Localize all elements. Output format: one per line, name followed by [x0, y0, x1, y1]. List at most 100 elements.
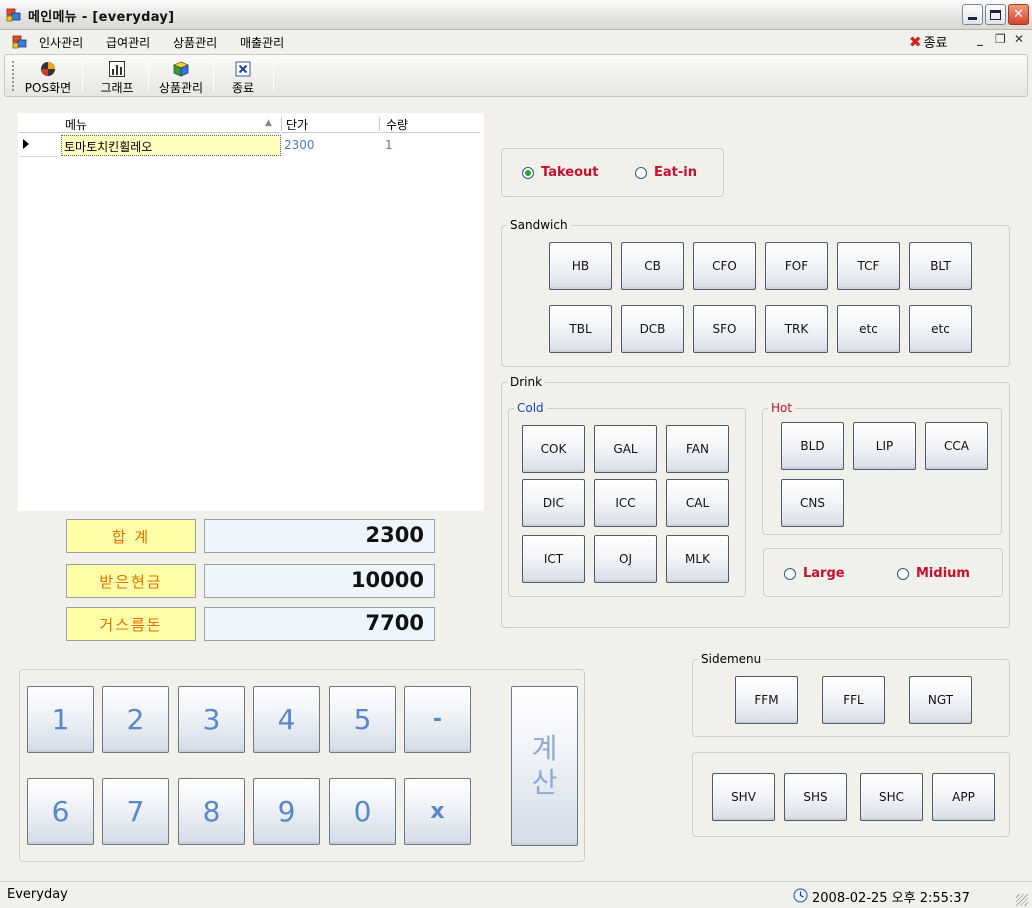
- extra-shv-button[interactable]: SHV: [712, 773, 775, 821]
- size-medium-label[interactable]: Midium: [916, 566, 970, 581]
- side-ffl-button[interactable]: FFL: [822, 676, 885, 724]
- keypad-0-button[interactable]: 0: [329, 778, 396, 845]
- drink-bld-button[interactable]: BLD: [781, 422, 844, 470]
- drink-fan-button[interactable]: FAN: [666, 425, 729, 473]
- menu-sales[interactable]: 매출관리: [240, 34, 284, 51]
- keypad-clear-button[interactable]: x: [404, 778, 471, 845]
- toolbar-separator: [273, 60, 274, 92]
- extra-shc-button[interactable]: SHC: [860, 773, 923, 821]
- sidemenu-group-title: Sidemenu: [698, 652, 765, 666]
- close-icon: [235, 61, 251, 77]
- eatin-label[interactable]: Eat-in: [654, 165, 697, 180]
- size-large-radio[interactable]: [784, 568, 796, 580]
- takeout-radio[interactable]: [522, 167, 534, 179]
- menu-products[interactable]: 상품관리: [173, 34, 217, 51]
- resize-grip[interactable]: [1016, 894, 1028, 906]
- keypad-8-button[interactable]: 8: [178, 778, 245, 845]
- toolbar-pos-button[interactable]: POS화면: [19, 58, 77, 95]
- toolbar-separator: [82, 60, 83, 92]
- column-header-price[interactable]: 단가: [282, 114, 379, 133]
- sandwich-trk-button[interactable]: TRK: [765, 305, 828, 353]
- change-value: 7700: [204, 607, 435, 641]
- keypad-5-button[interactable]: 5: [329, 686, 396, 753]
- column-header-qty[interactable]: 수량: [380, 114, 480, 133]
- sort-ascending-icon: ▲: [265, 118, 272, 128]
- sum-value: 2300: [204, 519, 435, 553]
- received-value[interactable]: 10000: [204, 564, 435, 598]
- calculate-button[interactable]: 계 산: [511, 686, 578, 846]
- takeout-label[interactable]: Takeout: [541, 165, 598, 180]
- sandwich-sfo-button[interactable]: SFO: [693, 305, 756, 353]
- size-medium-radio[interactable]: [897, 568, 909, 580]
- keypad-1-button[interactable]: 1: [27, 686, 94, 753]
- sandwich-etc-button-2[interactable]: etc: [909, 305, 972, 353]
- order-grid[interactable]: 메뉴 ▲ 단가 수량 토마토치킨휠레오 2300 1: [18, 113, 484, 511]
- sandwich-fof-button[interactable]: FOF: [765, 242, 828, 290]
- mdi-minimize-button[interactable]: _: [977, 32, 983, 46]
- side-ffm-button[interactable]: FFM: [735, 676, 798, 724]
- grid-cell-menu[interactable]: 토마토치킨휠레오: [61, 135, 281, 156]
- menu-bar: 인사관리 급여관리 상품관리 매출관리 ✖ 종료 _ ❐ ✕: [0, 31, 1032, 53]
- current-row-indicator-icon: [23, 139, 29, 149]
- toolbar-products-button[interactable]: 상품관리: [153, 58, 209, 95]
- status-datetime: 2008-02-25 오후 2:55:37: [812, 891, 970, 906]
- drink-oj-button[interactable]: OJ: [594, 535, 657, 583]
- change-label: 거스름돈: [66, 607, 196, 641]
- radio-selected-dot: [525, 170, 531, 176]
- maximize-icon: [990, 9, 1001, 20]
- side-ngt-button[interactable]: NGT: [909, 676, 972, 724]
- drink-cal-button[interactable]: CAL: [666, 479, 729, 527]
- toolbar-exit-button[interactable]: 종료: [219, 58, 267, 95]
- received-label: 받은현금: [66, 564, 196, 598]
- window-title: 메인메뉴 - [everyday]: [28, 10, 175, 25]
- eatin-radio[interactable]: [635, 167, 647, 179]
- maximize-button[interactable]: [985, 4, 1006, 25]
- drink-cca-button[interactable]: CCA: [925, 422, 988, 470]
- toolbar-chart-button[interactable]: 그래프: [89, 58, 145, 95]
- minimize-button[interactable]: [962, 4, 983, 25]
- drink-dic-button[interactable]: DIC: [522, 479, 585, 527]
- sandwich-blt-button[interactable]: BLT: [909, 242, 972, 290]
- extra-app-button[interactable]: APP: [932, 773, 995, 821]
- sandwich-tcf-button[interactable]: TCF: [837, 242, 900, 290]
- mdi-close-button[interactable]: ✕: [1014, 32, 1024, 46]
- row-divider: [19, 156, 57, 157]
- sandwich-cb-button[interactable]: CB: [621, 242, 684, 290]
- column-header-menu[interactable]: 메뉴 ▲: [19, 114, 281, 133]
- mdi-child-icon: [12, 35, 27, 49]
- menu-payroll[interactable]: 급여관리: [106, 34, 150, 51]
- sandwich-tbl-button[interactable]: TBL: [549, 305, 612, 353]
- keypad-minus-button[interactable]: -: [404, 686, 471, 753]
- keypad-9-button[interactable]: 9: [253, 778, 320, 845]
- status-app-name: Everyday: [7, 887, 68, 902]
- drink-cns-button[interactable]: CNS: [781, 479, 844, 527]
- drink-mlk-button[interactable]: MLK: [666, 535, 729, 583]
- grid-cell-price[interactable]: 2300: [284, 138, 315, 152]
- extra-shs-button[interactable]: SHS: [784, 773, 847, 821]
- toolbar-separator: [148, 60, 149, 92]
- sandwich-dcb-button[interactable]: DCB: [621, 305, 684, 353]
- keypad-3-button[interactable]: 3: [178, 686, 245, 753]
- sandwich-hb-button[interactable]: HB: [549, 242, 612, 290]
- drink-gal-button[interactable]: GAL: [594, 425, 657, 473]
- menu-close-item[interactable]: ✖ 종료: [909, 32, 948, 52]
- calculate-label-2: 산: [531, 766, 558, 799]
- keypad-7-button[interactable]: 7: [102, 778, 169, 845]
- toolbar: POS화면 그래프 상품관리 종료: [4, 54, 1028, 97]
- keypad-6-button[interactable]: 6: [27, 778, 94, 845]
- drink-cok-button[interactable]: COK: [522, 425, 585, 473]
- size-large-label[interactable]: Large: [803, 566, 845, 581]
- close-icon: ✕: [1013, 7, 1024, 22]
- mdi-restore-button[interactable]: ❐: [995, 32, 1006, 46]
- drink-icc-button[interactable]: ICC: [594, 479, 657, 527]
- keypad-4-button[interactable]: 4: [253, 686, 320, 753]
- menu-hr[interactable]: 인사관리: [39, 34, 83, 51]
- close-window-button[interactable]: ✕: [1008, 4, 1029, 25]
- drink-lip-button[interactable]: LIP: [853, 422, 916, 470]
- keypad-2-button[interactable]: 2: [102, 686, 169, 753]
- sandwich-etc-button[interactable]: etc: [837, 305, 900, 353]
- grid-cell-qty[interactable]: 1: [385, 138, 393, 152]
- toolbar-grip[interactable]: [12, 61, 15, 91]
- sandwich-cfo-button[interactable]: CFO: [693, 242, 756, 290]
- drink-ict-button[interactable]: ICT: [522, 535, 585, 583]
